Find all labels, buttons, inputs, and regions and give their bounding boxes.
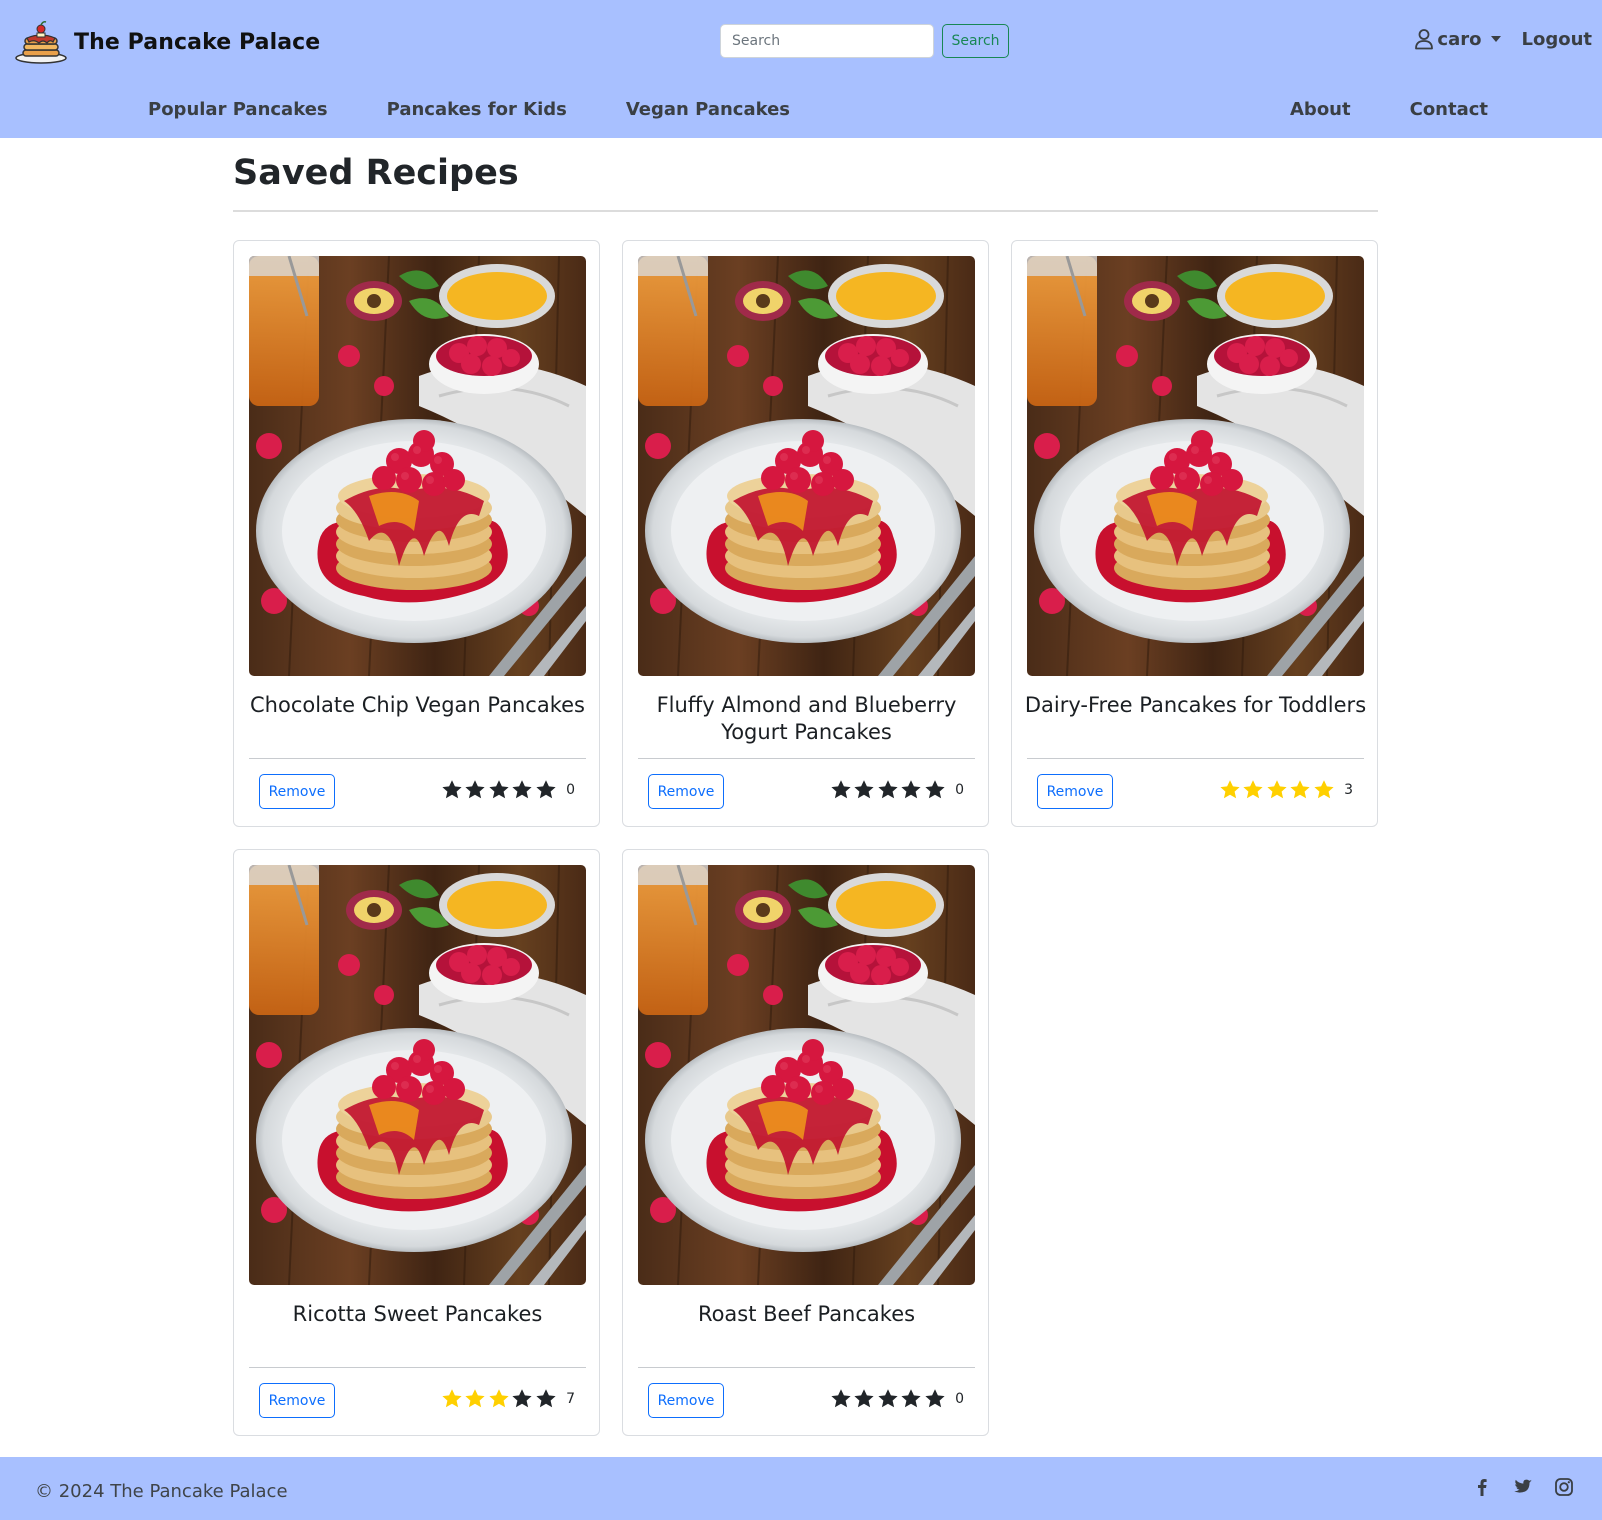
title-divider — [233, 210, 1378, 212]
facebook-icon[interactable] — [1472, 1477, 1492, 1497]
search-input[interactable] — [720, 24, 934, 58]
chevron-down-icon — [1491, 36, 1502, 42]
card-divider — [249, 758, 586, 759]
brand-link[interactable]: The Pancake Palace — [14, 20, 320, 64]
star-icon[interactable] — [900, 779, 922, 801]
page-title: Saved Recipes — [233, 153, 519, 193]
pancake-photo — [1027, 256, 1364, 676]
nav-pancakes-for-kids[interactable]: Pancakes for Kids — [387, 99, 567, 120]
remove-button[interactable]: Remove — [259, 1383, 335, 1418]
instagram-icon[interactable] — [1554, 1477, 1574, 1497]
recipe-image[interactable] — [249, 865, 586, 1285]
star-rating: 3 — [1219, 779, 1353, 801]
remove-button[interactable]: Remove — [1037, 774, 1113, 809]
user-menu: caro Logout — [1414, 28, 1592, 50]
recipe-card: Ricotta Sweet Pancakes Remove 7 — [233, 849, 600, 1436]
recipe-image[interactable] — [638, 256, 975, 676]
username: caro — [1437, 28, 1482, 50]
recipe-card: Chocolate Chip Vegan Pancakes Remove 0 — [233, 240, 600, 827]
star-icon[interactable] — [535, 779, 557, 801]
star-icon[interactable] — [464, 1388, 486, 1410]
star-icon[interactable] — [1219, 779, 1241, 801]
star-icon[interactable] — [1266, 779, 1288, 801]
recipe-title[interactable]: Dairy-Free Pancakes for Toddlers — [1022, 692, 1369, 719]
brand-name: The Pancake Palace — [74, 29, 321, 55]
main-nav: Popular Pancakes Pancakes for Kids Vegan… — [148, 99, 849, 120]
star-rating: 0 — [830, 1388, 964, 1410]
star-icon[interactable] — [853, 1388, 875, 1410]
recipe-card: Dairy-Free Pancakes for Toddlers Remove … — [1011, 240, 1378, 827]
star-icon[interactable] — [924, 779, 946, 801]
recipe-title[interactable]: Roast Beef Pancakes — [633, 1301, 980, 1328]
card-divider — [1027, 758, 1364, 759]
card-divider — [638, 758, 975, 759]
star-icon[interactable] — [488, 779, 510, 801]
star-icon[interactable] — [853, 779, 875, 801]
star-icon[interactable] — [535, 1388, 557, 1410]
star-rating: 0 — [830, 779, 964, 801]
star-icon[interactable] — [464, 779, 486, 801]
copyright-text: © 2024 The Pancake Palace — [35, 1481, 288, 1502]
remove-button[interactable]: Remove — [648, 1383, 724, 1418]
recipe-image[interactable] — [638, 865, 975, 1285]
star-icon[interactable] — [511, 1388, 533, 1410]
rating-count: 0 — [566, 782, 575, 798]
nav-vegan-pancakes[interactable]: Vegan Pancakes — [626, 99, 790, 120]
social-links — [1451, 1477, 1574, 1497]
star-icon[interactable] — [877, 779, 899, 801]
nav-contact[interactable]: Contact — [1410, 99, 1488, 120]
search-button[interactable]: Search — [942, 24, 1009, 58]
star-icon[interactable] — [1313, 779, 1335, 801]
pancake-photo — [249, 256, 586, 676]
star-rating: 0 — [441, 779, 575, 801]
recipe-image[interactable] — [1027, 256, 1364, 676]
star-icon[interactable] — [830, 779, 852, 801]
star-icon[interactable] — [511, 779, 533, 801]
recipe-image[interactable] — [249, 256, 586, 676]
star-icon[interactable] — [877, 1388, 899, 1410]
star-icon[interactable] — [924, 1388, 946, 1410]
star-icon[interactable] — [441, 1388, 463, 1410]
star-icon[interactable] — [441, 779, 463, 801]
rating-count: 0 — [955, 782, 964, 798]
recipe-title[interactable]: Fluffy Almond and Blueberry Yogurt Panca… — [633, 692, 980, 746]
recipe-card: Roast Beef Pancakes Remove 0 — [622, 849, 989, 1436]
rating-count: 0 — [955, 1391, 964, 1407]
recipe-title[interactable]: Ricotta Sweet Pancakes — [244, 1301, 591, 1328]
twitter-icon[interactable] — [1513, 1477, 1533, 1497]
remove-button[interactable]: Remove — [259, 774, 335, 809]
rating-count: 7 — [566, 1391, 575, 1407]
user-dropdown[interactable]: caro — [1414, 28, 1502, 50]
card-divider — [249, 1367, 586, 1368]
star-icon[interactable] — [830, 1388, 852, 1410]
recipe-card: Fluffy Almond and Blueberry Yogurt Panca… — [622, 240, 989, 827]
star-icon[interactable] — [900, 1388, 922, 1410]
nav-about[interactable]: About — [1290, 99, 1351, 120]
star-rating: 7 — [441, 1388, 575, 1410]
site-header: The Pancake Palace Search caro Logout Po… — [0, 0, 1602, 138]
recipe-title[interactable]: Chocolate Chip Vegan Pancakes — [244, 692, 591, 719]
pancake-photo — [638, 865, 975, 1285]
star-icon[interactable] — [1242, 779, 1264, 801]
search-form: Search — [720, 24, 1009, 58]
star-icon[interactable] — [488, 1388, 510, 1410]
secondary-nav: About Contact — [1290, 99, 1547, 120]
site-footer: © 2024 The Pancake Palace — [0, 1457, 1602, 1520]
pancake-logo-icon — [15, 21, 67, 64]
remove-button[interactable]: Remove — [648, 774, 724, 809]
card-divider — [638, 1367, 975, 1368]
user-icon — [1415, 29, 1434, 50]
rating-count: 3 — [1344, 782, 1353, 798]
pancake-photo — [249, 865, 586, 1285]
nav-popular-pancakes[interactable]: Popular Pancakes — [148, 99, 328, 120]
logout-link[interactable]: Logout — [1521, 29, 1592, 50]
pancake-photo — [638, 256, 975, 676]
star-icon[interactable] — [1289, 779, 1311, 801]
